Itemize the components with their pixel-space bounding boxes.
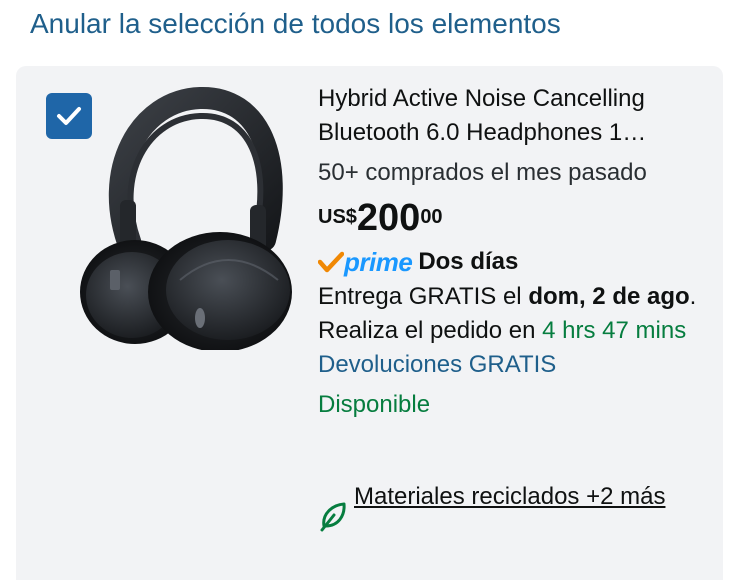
item-select-checkbox[interactable]	[46, 93, 92, 139]
product-title-link[interactable]: Hybrid Active Noise Cancelling Bluetooth…	[318, 82, 710, 150]
price-fraction: 00	[420, 206, 443, 228]
eco-badge: Materiales reciclados +2 más	[318, 480, 710, 532]
prime-badge: prime Dos días	[318, 246, 710, 278]
prime-delivery-speed: Dos días	[418, 248, 519, 275]
availability-status: Disponible	[318, 391, 431, 418]
recycled-materials-link[interactable]: Materiales reciclados +2 más	[354, 480, 674, 514]
delivery-countdown: 4 hrs 47 mins	[542, 317, 687, 344]
leaf-icon	[320, 502, 346, 532]
prime-logo: prime	[344, 247, 413, 277]
free-returns-link[interactable]: Devoluciones GRATIS	[318, 348, 710, 382]
price-currency: US$	[318, 206, 357, 228]
cart-item-card: Hybrid Active Noise Cancelling Bluetooth…	[16, 66, 723, 580]
product-price: US$ 200 00	[318, 196, 710, 240]
checkmark-icon	[57, 107, 81, 125]
delivery-prefix: Entrega GRATIS el	[318, 283, 529, 310]
headphones-image[interactable]	[60, 80, 310, 350]
cart-page: Anular la selección de todos los element…	[0, 0, 739, 580]
delivery-date: dom, 2 de ago	[528, 283, 690, 310]
product-info: Hybrid Active Noise Cancelling Bluetooth…	[318, 82, 710, 422]
delivery-info: Entrega GRATIS el dom, 2 de ago. Realiza…	[318, 280, 710, 348]
prime-checkmark-icon	[318, 251, 344, 273]
deselect-all-link[interactable]: Anular la selección de todos los element…	[30, 4, 561, 44]
price-whole: 200	[356, 197, 421, 239]
bought-count: 50+ comprados el mes pasado	[318, 159, 647, 186]
